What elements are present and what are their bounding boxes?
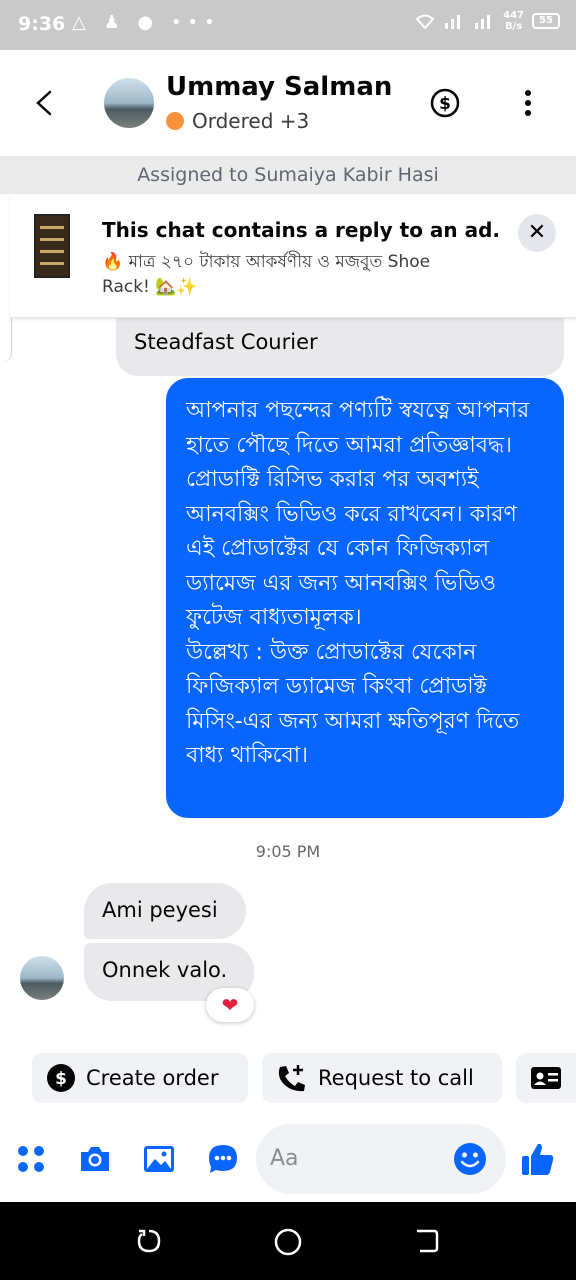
- back-nav-icon[interactable]: [414, 1228, 440, 1254]
- camera-icon[interactable]: [78, 1142, 112, 1176]
- ad-title: This chat contains a reply to an ad.: [102, 218, 500, 242]
- system-nav-bar: [0, 1202, 576, 1280]
- contact-card-icon: [531, 1067, 561, 1089]
- message-timestamp: 9:05 PM: [255, 842, 321, 861]
- battery-icon: 55: [532, 13, 560, 29]
- phone-add-icon: [278, 1065, 305, 1092]
- assigned-banner: Assigned to Sumaiya Kabir Hasi: [0, 156, 576, 194]
- contact-status[interactable]: Ordered +3: [166, 109, 309, 133]
- chat-header: Ummay Salman Ordered +3 $: [0, 50, 576, 156]
- menu-grid-icon[interactable]: [14, 1142, 48, 1176]
- net-speed-unit: B/s: [504, 21, 523, 32]
- wifi-icon: [415, 14, 435, 29]
- status-bar: 9:36 △ ♟ ● ••• 447 B/s 55: [0, 0, 576, 50]
- emoji-icon[interactable]: [452, 1141, 488, 1177]
- status-label: Ordered +3: [192, 109, 310, 133]
- contact-avatar[interactable]: [104, 78, 154, 128]
- message-outgoing[interactable]: আপনার পছন্দের পণ্যটি স্বযত্নে আপনার হাতে…: [166, 378, 564, 818]
- status-dot-icon: [166, 112, 184, 130]
- saved-replies-icon[interactable]: [206, 1142, 240, 1176]
- message-text: Ami peyesi: [102, 898, 218, 922]
- create-order-button[interactable]: $ Create order: [32, 1053, 248, 1103]
- back-arrow-icon[interactable]: [30, 86, 60, 120]
- create-order-label: Create order: [86, 1066, 219, 1090]
- status-time: 9:36: [18, 13, 66, 35]
- svg-text:$: $: [439, 94, 451, 114]
- ad-subtitle: 🔥 মাত্র ২৭০ টাকায় আকর্ষণীয় ও মজবুত Sho…: [102, 252, 431, 297]
- heart-reaction-icon[interactable]: ❤: [206, 988, 254, 1022]
- signal-icon-2: [475, 15, 491, 29]
- network-speed: 447 B/s: [503, 10, 524, 32]
- close-icon[interactable]: ✕: [518, 214, 556, 252]
- message-input-placeholder: Aa: [270, 1146, 299, 1171]
- payment-icon[interactable]: $: [430, 88, 460, 118]
- message-text: আপনার পছন্দের পণ্যটি স্বযত্নে আপনার হাতে…: [186, 398, 530, 768]
- gallery-icon[interactable]: [142, 1142, 176, 1176]
- more-options-icon[interactable]: [516, 88, 540, 118]
- contact-name[interactable]: Ummay Salman: [166, 72, 392, 102]
- dollar-circle-icon: $: [47, 1064, 75, 1092]
- request-call-label: Request to call: [318, 1066, 474, 1090]
- message-text: Onnek valo.: [102, 958, 228, 982]
- svg-text:$: $: [55, 1069, 67, 1089]
- contact-card-button[interactable]: [516, 1053, 576, 1103]
- signal-icon: [445, 15, 461, 29]
- ad-reply-banner[interactable]: This chat contains a reply to an ad. 🔥 ম…: [10, 194, 576, 318]
- message-incoming-1[interactable]: Ami peyesi: [84, 883, 246, 939]
- request-call-button[interactable]: Request to call: [262, 1053, 502, 1103]
- home-icon[interactable]: [274, 1228, 302, 1256]
- sender-avatar[interactable]: [20, 956, 64, 1000]
- message-input[interactable]: Aa: [256, 1124, 506, 1194]
- net-speed-value: 447: [503, 10, 524, 21]
- message-text: Steadfast Courier: [134, 330, 318, 354]
- ad-thumbnail[interactable]: [34, 214, 70, 278]
- recent-apps-icon[interactable]: [136, 1228, 162, 1254]
- notification-icons: △ ♟ ● •••: [72, 12, 221, 33]
- like-thumb-icon[interactable]: [520, 1140, 556, 1178]
- message-composer: Aa: [0, 1118, 576, 1202]
